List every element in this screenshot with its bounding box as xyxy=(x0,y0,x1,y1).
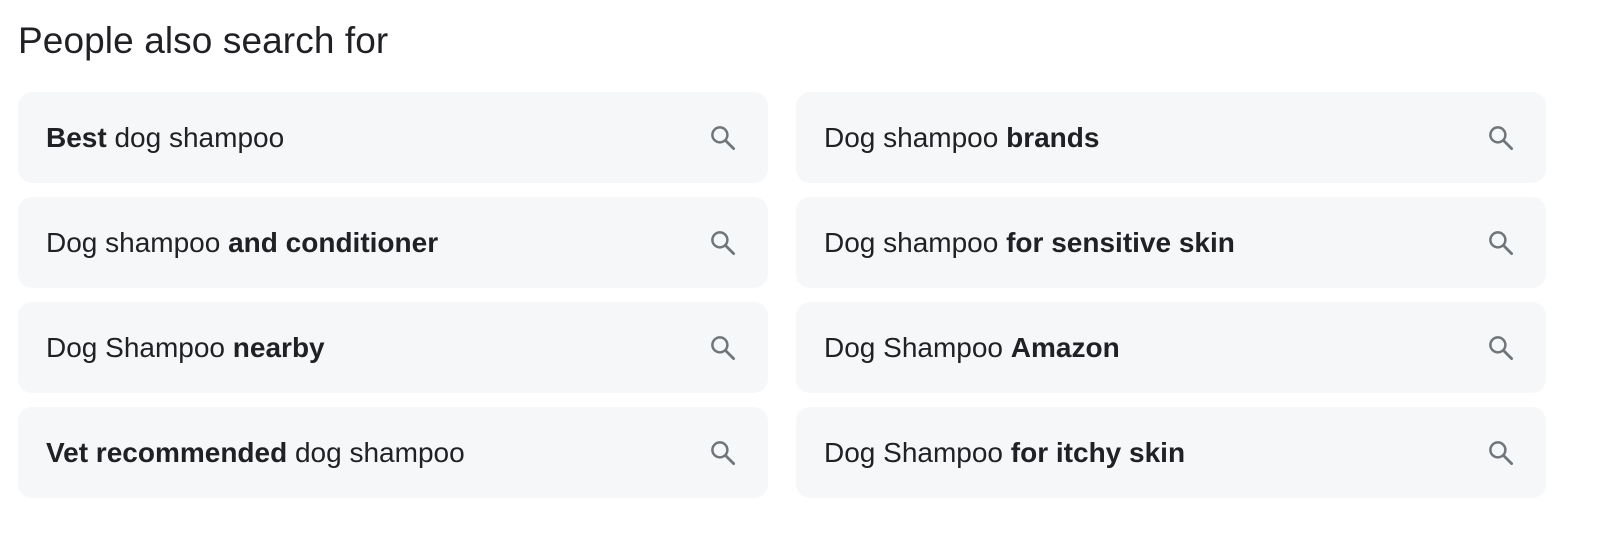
highlighted-term: Vet recommended xyxy=(46,436,288,468)
query-term: Dog Shampoo xyxy=(824,331,1011,363)
related-search-text: Best dog shampoo xyxy=(46,122,708,154)
query-term: Dog shampoo xyxy=(824,121,1007,153)
highlighted-term: Best xyxy=(46,121,107,153)
search-icon xyxy=(708,123,738,153)
highlighted-term: brands xyxy=(1006,121,1100,153)
query-term: dog shampoo xyxy=(287,436,465,468)
people-also-search-for-section: People also search for Best dog shampoo D… xyxy=(0,0,1600,541)
search-icon xyxy=(1486,333,1516,363)
related-search-chip[interactable]: Dog Shampoo Amazon xyxy=(796,302,1546,393)
search-icon xyxy=(708,438,738,468)
related-search-text: Vet recommended dog shampoo xyxy=(46,437,708,469)
query-term: Dog Shampoo xyxy=(46,331,233,363)
related-search-chip[interactable]: Dog shampoo and conditioner xyxy=(18,197,768,288)
related-search-chip[interactable]: Dog Shampoo nearby xyxy=(18,302,768,393)
section-title: People also search for xyxy=(18,20,389,61)
related-search-text: Dog Shampoo for itchy skin xyxy=(824,437,1486,469)
related-search-text: Dog Shampoo nearby xyxy=(46,332,708,364)
highlighted-term: and conditioner xyxy=(228,226,439,258)
related-search-chip[interactable]: Dog shampoo brands xyxy=(796,92,1546,183)
related-search-text: Dog shampoo for sensitive skin xyxy=(824,227,1486,259)
related-search-chip[interactable]: Dog shampoo for sensitive skin xyxy=(796,197,1546,288)
search-icon xyxy=(708,333,738,363)
search-icon xyxy=(1486,228,1516,258)
highlighted-term: Amazon xyxy=(1010,331,1120,363)
search-icon xyxy=(708,228,738,258)
related-search-chip[interactable]: Vet recommended dog shampoo xyxy=(18,407,768,498)
highlighted-term: for itchy skin xyxy=(1010,436,1186,468)
query-term: Dog shampoo xyxy=(824,226,1007,258)
related-search-chip[interactable]: Dog Shampoo for itchy skin xyxy=(796,407,1546,498)
related-search-text: Dog shampoo brands xyxy=(824,122,1486,154)
query-term: Dog shampoo xyxy=(46,226,229,258)
highlighted-term: nearby xyxy=(232,331,325,363)
suggestion-grid: Best dog shampoo Dog shampoo brands Dog sh… xyxy=(18,92,1582,498)
related-search-text: Dog Shampoo Amazon xyxy=(824,332,1486,364)
related-search-chip[interactable]: Best dog shampoo xyxy=(18,92,768,183)
query-term: Dog Shampoo xyxy=(824,436,1011,468)
highlighted-term: for sensitive skin xyxy=(1006,226,1235,258)
related-search-text: Dog shampoo and conditioner xyxy=(46,227,708,259)
query-term: dog shampoo xyxy=(106,121,285,153)
search-icon xyxy=(1486,438,1516,468)
search-icon xyxy=(1486,123,1516,153)
